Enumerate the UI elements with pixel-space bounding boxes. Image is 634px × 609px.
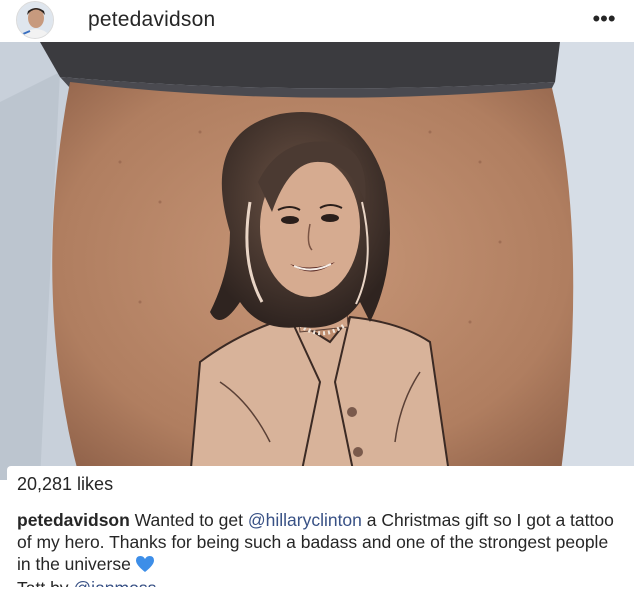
blue-heart-icon bbox=[135, 555, 155, 573]
credit-label: Tatt by bbox=[17, 578, 73, 587]
avatar[interactable] bbox=[16, 1, 54, 39]
post-photo bbox=[0, 42, 634, 480]
caption-text-1: Wanted to get bbox=[129, 510, 248, 530]
mention-ianmoss[interactable]: @ianmoss bbox=[73, 578, 156, 587]
caption: petedavidson Wanted to get @hillaryclint… bbox=[17, 509, 617, 575]
caption-panel: 20,281 likes petedavidson Wanted to get … bbox=[7, 466, 634, 609]
likes-count[interactable]: 20,281 likes bbox=[17, 474, 113, 495]
username[interactable]: petedavidson bbox=[88, 8, 215, 32]
tattoo-credit: Tatt by @ianmoss bbox=[17, 578, 156, 587]
mention-hillaryclinton[interactable]: @hillaryclinton bbox=[248, 510, 362, 530]
caption-author[interactable]: petedavidson bbox=[17, 510, 130, 530]
post-header: petedavidson ••• bbox=[0, 0, 634, 42]
more-options-icon[interactable]: ••• bbox=[584, 4, 624, 34]
